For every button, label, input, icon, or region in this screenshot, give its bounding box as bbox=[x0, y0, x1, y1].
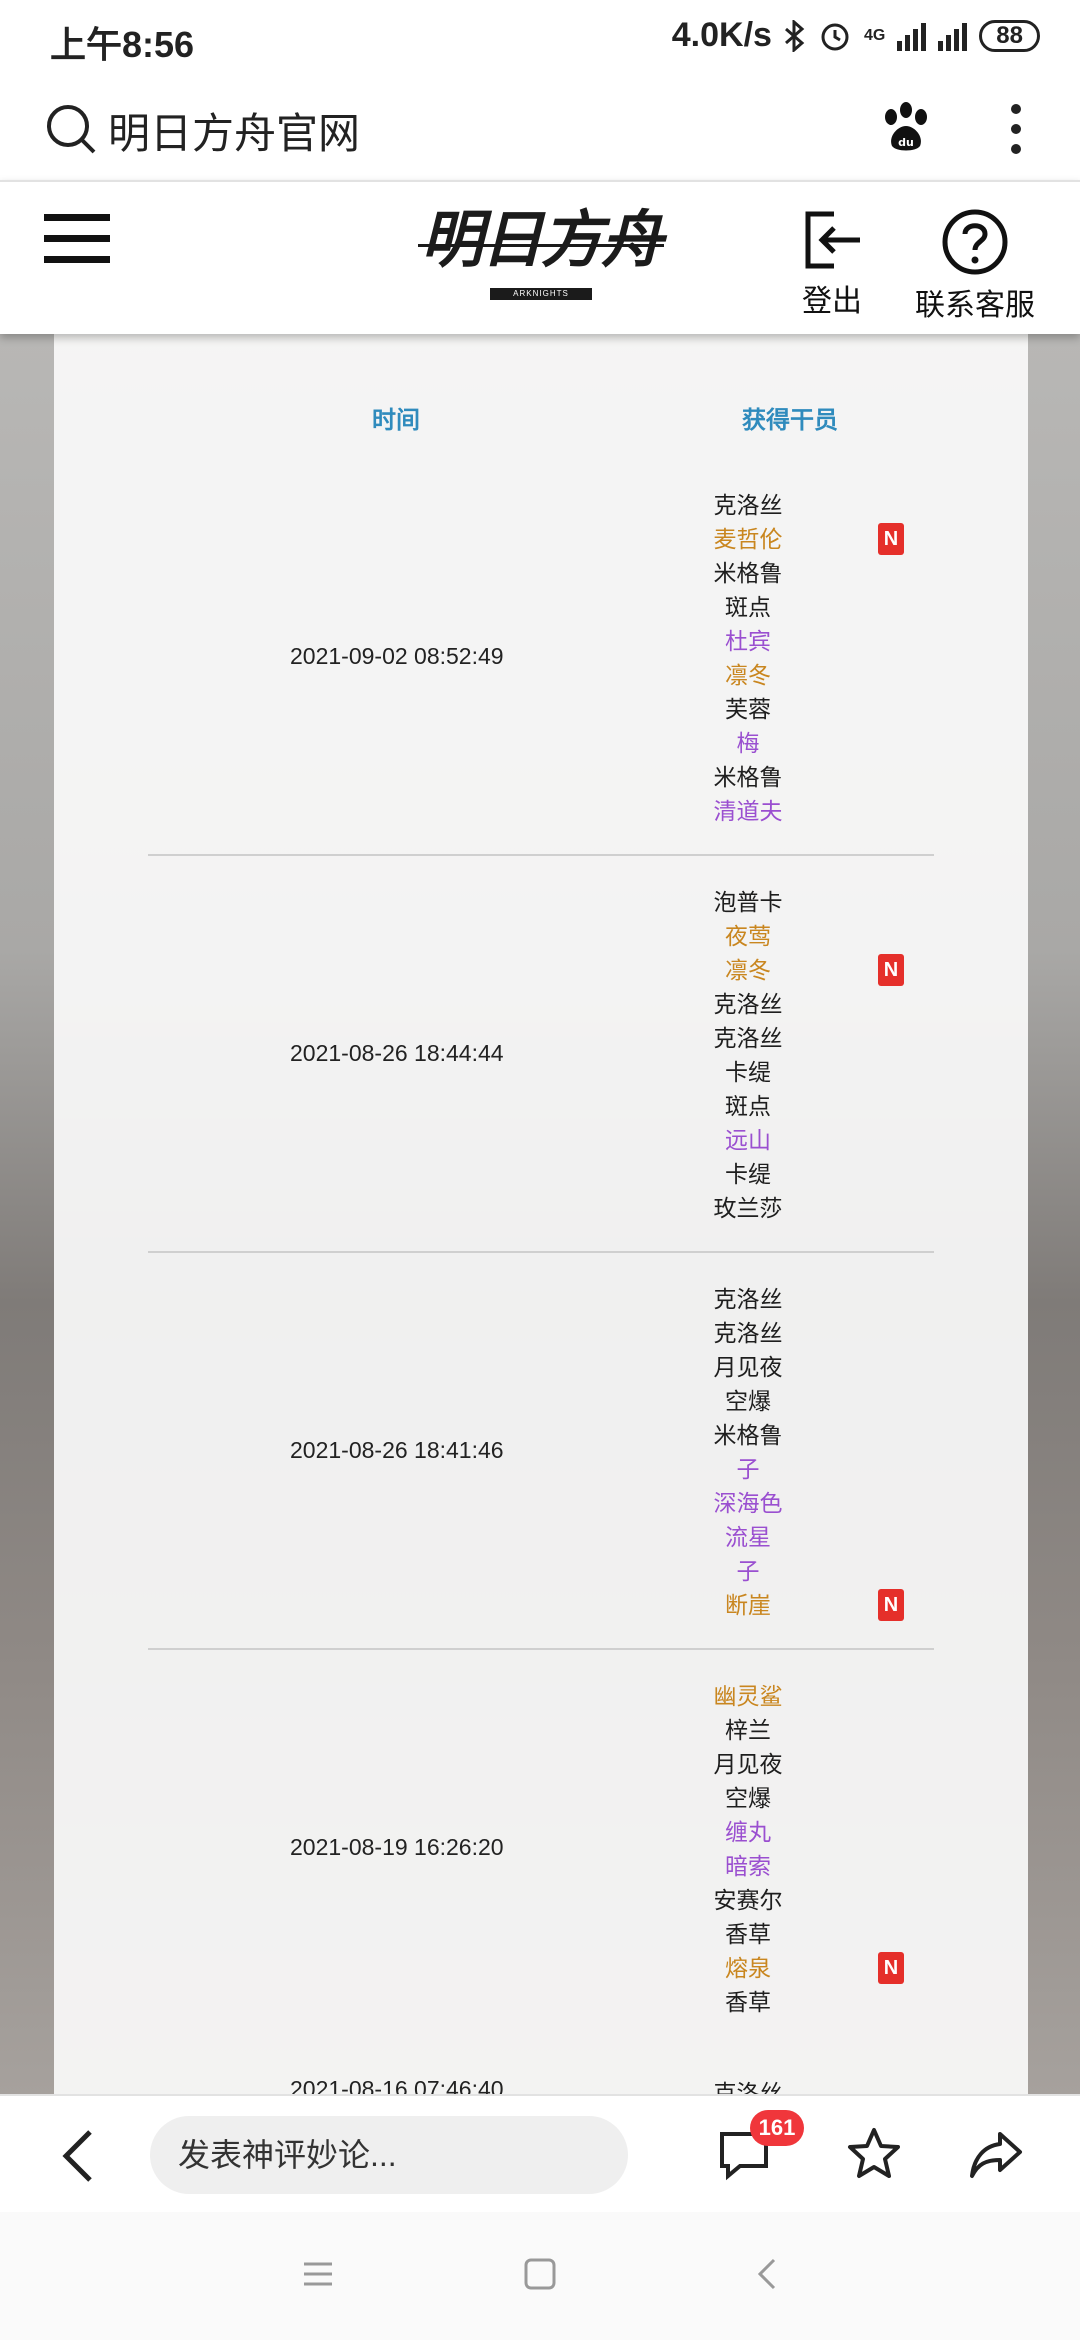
record-time: 2021-08-26 18:44:44 bbox=[290, 1040, 504, 1066]
operator-name: 梓兰 bbox=[725, 1717, 771, 1743]
operator-name: 凛冬 bbox=[725, 662, 771, 688]
hamburger-menu-icon[interactable] bbox=[44, 214, 110, 264]
record-divider bbox=[148, 1648, 934, 1650]
home-icon[interactable] bbox=[518, 2252, 562, 2296]
record-divider bbox=[148, 1251, 934, 1253]
operator-name: 清道夫 bbox=[713, 798, 783, 824]
operator-name: 芙蓉 bbox=[725, 696, 771, 722]
network-type: 4G bbox=[863, 26, 886, 44]
comment-bar: 发表神评妙论... 161 bbox=[0, 2094, 1080, 2212]
status-bar: 上午8:56 4.0K/s 4G 88 bbox=[0, 0, 1080, 76]
back-arrow-icon[interactable] bbox=[58, 2128, 98, 2184]
operator-name: 克洛丝 bbox=[713, 1320, 783, 1346]
operator-name: 幽灵鲨 bbox=[713, 1683, 783, 1709]
operator-name: 克洛丝 bbox=[713, 991, 783, 1017]
comment-count-badge: 161 bbox=[750, 2110, 804, 2146]
new-operator-badge: N bbox=[878, 1952, 904, 1984]
logo-text: 明日方舟 bbox=[420, 203, 663, 276]
operator-name: 安赛尔 bbox=[713, 1887, 783, 1913]
baidu-paw-icon[interactable]: du bbox=[878, 100, 934, 156]
status-indicators: 4.0K/s 4G 88 bbox=[672, 16, 1040, 55]
recent-apps-icon[interactable] bbox=[296, 2252, 340, 2296]
operator-name: 子 bbox=[736, 1558, 760, 1584]
operator-name: 缠丸 bbox=[725, 1819, 771, 1845]
operator-name: 米格鲁 bbox=[713, 560, 783, 586]
operator-name: 玫兰莎 bbox=[713, 1195, 783, 1221]
gacha-record-partial: 2021-08-16 07:46:40 克洛丝 bbox=[148, 2076, 934, 2094]
browser-search-bar[interactable]: 明日方舟官网 du bbox=[0, 76, 1080, 180]
gacha-history-panel bbox=[54, 334, 1028, 2094]
operator-name: 月见夜 bbox=[713, 1354, 783, 1380]
record-time: 2021-09-02 08:52:49 bbox=[290, 643, 504, 669]
operator-name: 杜宾 bbox=[725, 628, 771, 654]
operator-name: 香草 bbox=[725, 1989, 771, 2015]
operator-name: 月见夜 bbox=[713, 1751, 783, 1777]
operator-name: 米格鲁 bbox=[713, 1422, 783, 1448]
battery-indicator: 88 bbox=[979, 19, 1040, 52]
signal-icon bbox=[897, 21, 927, 51]
record-time: 2021-08-16 07:46:40 bbox=[290, 2076, 504, 2094]
operator-name: 麦哲伦 bbox=[713, 526, 783, 552]
signal-icon-2 bbox=[938, 21, 968, 51]
record-divider bbox=[148, 854, 934, 856]
new-operator-badge: N bbox=[878, 954, 904, 986]
bluetooth-icon bbox=[784, 19, 805, 52]
operator-name: 夜莺 bbox=[725, 923, 771, 949]
operator-name: 卡缇 bbox=[725, 1161, 771, 1187]
new-operator-badge: N bbox=[878, 523, 904, 555]
operator-name: 米格鲁 bbox=[713, 764, 783, 790]
status-time: 上午8:56 bbox=[50, 24, 195, 65]
alarm-icon bbox=[821, 23, 849, 50]
operator-name: 远山 bbox=[725, 1127, 771, 1153]
search-query[interactable]: 明日方舟官网 bbox=[108, 100, 360, 161]
operator-name: 子 bbox=[736, 1456, 760, 1482]
favorite-star-icon[interactable] bbox=[844, 2124, 904, 2184]
operator-name: 梅 bbox=[736, 730, 760, 756]
share-icon[interactable] bbox=[966, 2124, 1026, 2184]
operator-name: 卡缇 bbox=[725, 1059, 771, 1085]
operator-name: 空爆 bbox=[725, 1388, 771, 1414]
operator-name: 克洛丝 bbox=[713, 492, 783, 518]
operator-name: 克洛丝 bbox=[713, 1286, 783, 1312]
support-label: 联系客服 bbox=[915, 289, 1035, 322]
customer-service-button[interactable]: 联系客服 bbox=[906, 208, 1044, 324]
more-menu-icon[interactable] bbox=[1002, 102, 1030, 156]
column-header-time: 时间 bbox=[372, 407, 420, 434]
operator-name: 暗索 bbox=[725, 1853, 771, 1879]
operator-name: 空爆 bbox=[725, 1785, 771, 1811]
operator-name: 克洛丝 bbox=[713, 2080, 783, 2094]
comment-input[interactable]: 发表神评妙论... bbox=[150, 2116, 628, 2194]
help-icon bbox=[942, 209, 1008, 275]
operator-name: 斑点 bbox=[725, 594, 771, 620]
operator-name: 香草 bbox=[725, 1921, 771, 1947]
operator-name: 克洛丝 bbox=[713, 1025, 783, 1051]
operator-name: 断崖 bbox=[725, 1592, 771, 1618]
svg-text:du: du bbox=[898, 136, 914, 149]
operator-name: 泡普卡 bbox=[713, 889, 783, 915]
site-logo[interactable]: 明日方舟 ARKNIGHTS bbox=[418, 200, 664, 318]
operator-name: 斑点 bbox=[725, 1093, 771, 1119]
logout-button[interactable]: 登出 bbox=[794, 208, 870, 320]
site-header: 明日方舟 ARKNIGHTS 登出 联系客服 bbox=[0, 180, 1080, 334]
system-navigation-bar bbox=[0, 2212, 1080, 2340]
operator-name: 熔泉 bbox=[725, 1955, 771, 1981]
logo-subtitle: ARKNIGHTS bbox=[490, 288, 592, 300]
record-time: 2021-08-19 16:26:20 bbox=[290, 1834, 504, 1860]
column-header-operators: 获得干员 bbox=[742, 407, 838, 434]
new-operator-badge: N bbox=[878, 1589, 904, 1621]
system-back-icon[interactable] bbox=[746, 2252, 790, 2296]
record-time: 2021-08-26 18:41:46 bbox=[290, 1437, 504, 1463]
search-icon bbox=[47, 105, 96, 154]
logout-label: 登出 bbox=[802, 285, 862, 318]
logout-icon bbox=[805, 211, 860, 269]
network-speed: 4.0K/s bbox=[671, 16, 772, 54]
operator-name: 凛冬 bbox=[725, 957, 771, 983]
operator-name: 流星 bbox=[725, 1524, 771, 1550]
operator-name: 深海色 bbox=[713, 1490, 783, 1516]
